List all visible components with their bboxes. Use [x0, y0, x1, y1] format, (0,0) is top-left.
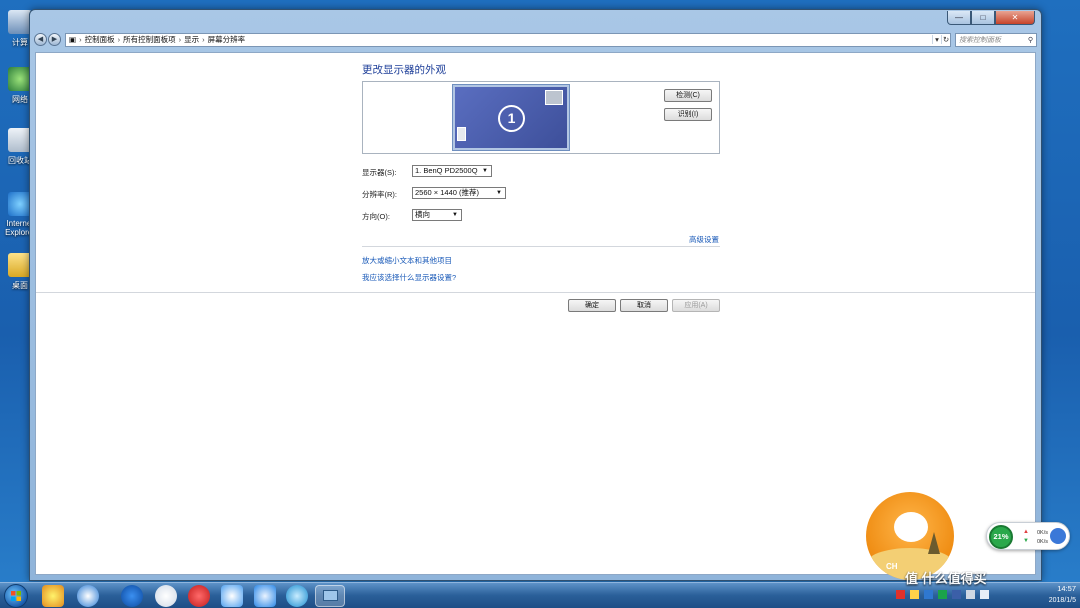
display-label: 显示器(S): — [362, 168, 397, 177]
accelerate-icon — [1050, 528, 1066, 544]
advanced-settings-link[interactable]: 高级设置 — [689, 234, 719, 245]
refresh-icon[interactable]: ↻ — [941, 35, 950, 44]
breadcrumb-item[interactable]: 显示 — [184, 34, 199, 45]
desktop-icon-label: 网络 — [12, 95, 28, 104]
tray-app-icon[interactable] — [924, 590, 933, 599]
display-select[interactable]: 1. BenQ PD2500Q ▼ — [412, 165, 492, 177]
search-box[interactable]: 搜索控制面板 ⚲ — [955, 32, 1037, 47]
security-icon[interactable] — [938, 590, 947, 599]
cancel-button[interactable]: 取消 — [620, 299, 668, 312]
breadcrumb-item[interactable]: 屏幕分辨率 — [208, 34, 246, 45]
monitor-thumbnail-icon — [545, 90, 563, 105]
address-bar[interactable]: ▣ › 控制面板 › 所有控制面板项 › 显示 › 屏幕分辨率 ▾ ↻ — [65, 32, 951, 47]
breadcrumb-separator-icon: › — [178, 35, 182, 44]
detect-button[interactable]: 检测(C) — [664, 89, 712, 102]
tray-app-icon[interactable] — [952, 590, 961, 599]
network-speed-widget[interactable]: 21% 0K/s 0K/s ▲ ▼ — [986, 522, 1070, 550]
monitor-preview: 1 检测(C) 识别(I) — [362, 81, 720, 154]
breadcrumb-separator-icon: › — [117, 35, 121, 44]
text-size-link[interactable]: 放大或缩小文本和其他项目 — [362, 255, 452, 266]
forward-button[interactable]: ▶ — [48, 33, 61, 46]
taskbar-app-feishu-icon[interactable] — [254, 585, 276, 607]
identify-button[interactable]: 识别(I) — [664, 108, 712, 121]
search-input[interactable]: 搜索控制面板 — [959, 35, 1001, 45]
desktop: { "desktop": { "icons": [ {"label": "计算"… — [0, 0, 1080, 608]
address-dropdown-icon[interactable]: ▾ — [932, 35, 941, 44]
taskbar-app-music-icon[interactable] — [188, 585, 210, 607]
search-icon[interactable]: ⚲ — [1028, 36, 1036, 44]
input-method-icon[interactable] — [896, 590, 905, 599]
back-button[interactable]: ◀ — [34, 33, 47, 46]
upload-arrow-icon: ▲ — [1023, 529, 1029, 535]
maximize-button[interactable]: □ — [971, 11, 995, 25]
breadcrumb-separator-icon: › — [79, 35, 82, 44]
screen-resolution-window: — □ ✕ ◀ ▶ ▣ › 控制面板 › 所有控制面板项 › 显示 › 屏幕分辨… — [29, 9, 1042, 581]
monitor-thumbnail-icon — [457, 127, 466, 141]
tray-icons — [896, 590, 989, 599]
orientation-label: 方向(O): — [362, 212, 390, 221]
tree-icon — [928, 532, 940, 554]
breadcrumb-separator-icon: › — [202, 35, 205, 44]
resolution-select[interactable]: 2560 × 1440 (推荐) ▼ — [412, 187, 506, 199]
footer-divider — [36, 292, 1035, 293]
close-button[interactable]: ✕ — [995, 11, 1035, 25]
tray-app-icon[interactable] — [910, 590, 919, 599]
monitor-number: 1 — [498, 105, 525, 132]
taskbar-app-player-icon[interactable] — [221, 585, 243, 607]
window-caption-buttons: — □ ✕ — [947, 11, 1035, 25]
resolution-label: 分辨率(R): — [362, 190, 397, 199]
download-arrow-icon: ▼ — [1023, 538, 1029, 544]
memory-usage-percent: 21% — [989, 525, 1013, 549]
system-tray: 14:57 — [1057, 583, 1076, 594]
watermark: 值 什么值得买 — [905, 571, 987, 586]
mascot-widget[interactable]: CH — [866, 492, 954, 580]
dropdown-arrow-icon: ▼ — [452, 212, 458, 218]
page-title: 更改显示器的外观 — [362, 64, 446, 76]
dropdown-arrow-icon: ▼ — [482, 168, 488, 174]
orientation-select-value: 横向 — [415, 210, 430, 219]
network-status-icon[interactable] — [966, 590, 975, 599]
window-content: 更改显示器的外观 1 检测(C) 识别(I) 显示器(S): 1. BenQ P… — [35, 52, 1036, 575]
desktop-icon-label: 计算 — [12, 38, 28, 47]
upload-rate: 0K/s — [1037, 530, 1049, 536]
mascot-label: CH — [886, 562, 898, 571]
navigation-row: ◀ ▶ ▣ › 控制面板 › 所有控制面板项 › 显示 › 屏幕分辨率 ▾ ↻ … — [34, 31, 1037, 48]
divider — [362, 246, 720, 247]
dropdown-arrow-icon: ▼ — [496, 190, 502, 196]
resolution-select-value: 2560 × 1440 (推荐) — [415, 188, 479, 197]
windows-logo-icon — [11, 591, 21, 601]
taskbar-app-cloud-icon[interactable] — [155, 585, 177, 607]
display-help-link[interactable]: 我应该选择什么显示器设置? — [362, 272, 456, 283]
cloud-character-icon — [894, 512, 928, 542]
monitor-icon — [323, 590, 338, 601]
display-select-value: 1. BenQ PD2500Q — [415, 166, 478, 175]
desktop-icon-label: 桌面 — [12, 281, 28, 290]
taskbar-app-ie-icon[interactable] — [77, 585, 99, 607]
breadcrumb-item[interactable]: 控制面板 — [85, 34, 115, 45]
monitor-1-tile[interactable]: 1 — [452, 84, 570, 151]
orientation-select[interactable]: 横向 ▼ — [412, 209, 462, 221]
volume-icon[interactable] — [980, 590, 989, 599]
clock-time[interactable]: 14:57 — [1057, 583, 1076, 594]
ok-button[interactable]: 确定 — [568, 299, 616, 312]
download-rate: 0K/s — [1037, 539, 1049, 545]
breadcrumb-item[interactable]: 所有控制面板项 — [123, 34, 176, 45]
start-button[interactable] — [4, 584, 28, 608]
control-panel-icon: ▣ — [69, 35, 77, 44]
taskbar-app-baidu-icon[interactable] — [286, 585, 308, 607]
taskbar-app-k-icon[interactable] — [121, 585, 143, 607]
minimize-button[interactable]: — — [947, 11, 971, 25]
taskbar-app-browser-icon[interactable] — [42, 585, 64, 607]
apply-button[interactable]: 应用(A) — [672, 299, 720, 312]
clock-date[interactable]: 2018/1/5 — [1049, 597, 1076, 604]
taskbar-app-display-settings[interactable] — [315, 585, 345, 607]
